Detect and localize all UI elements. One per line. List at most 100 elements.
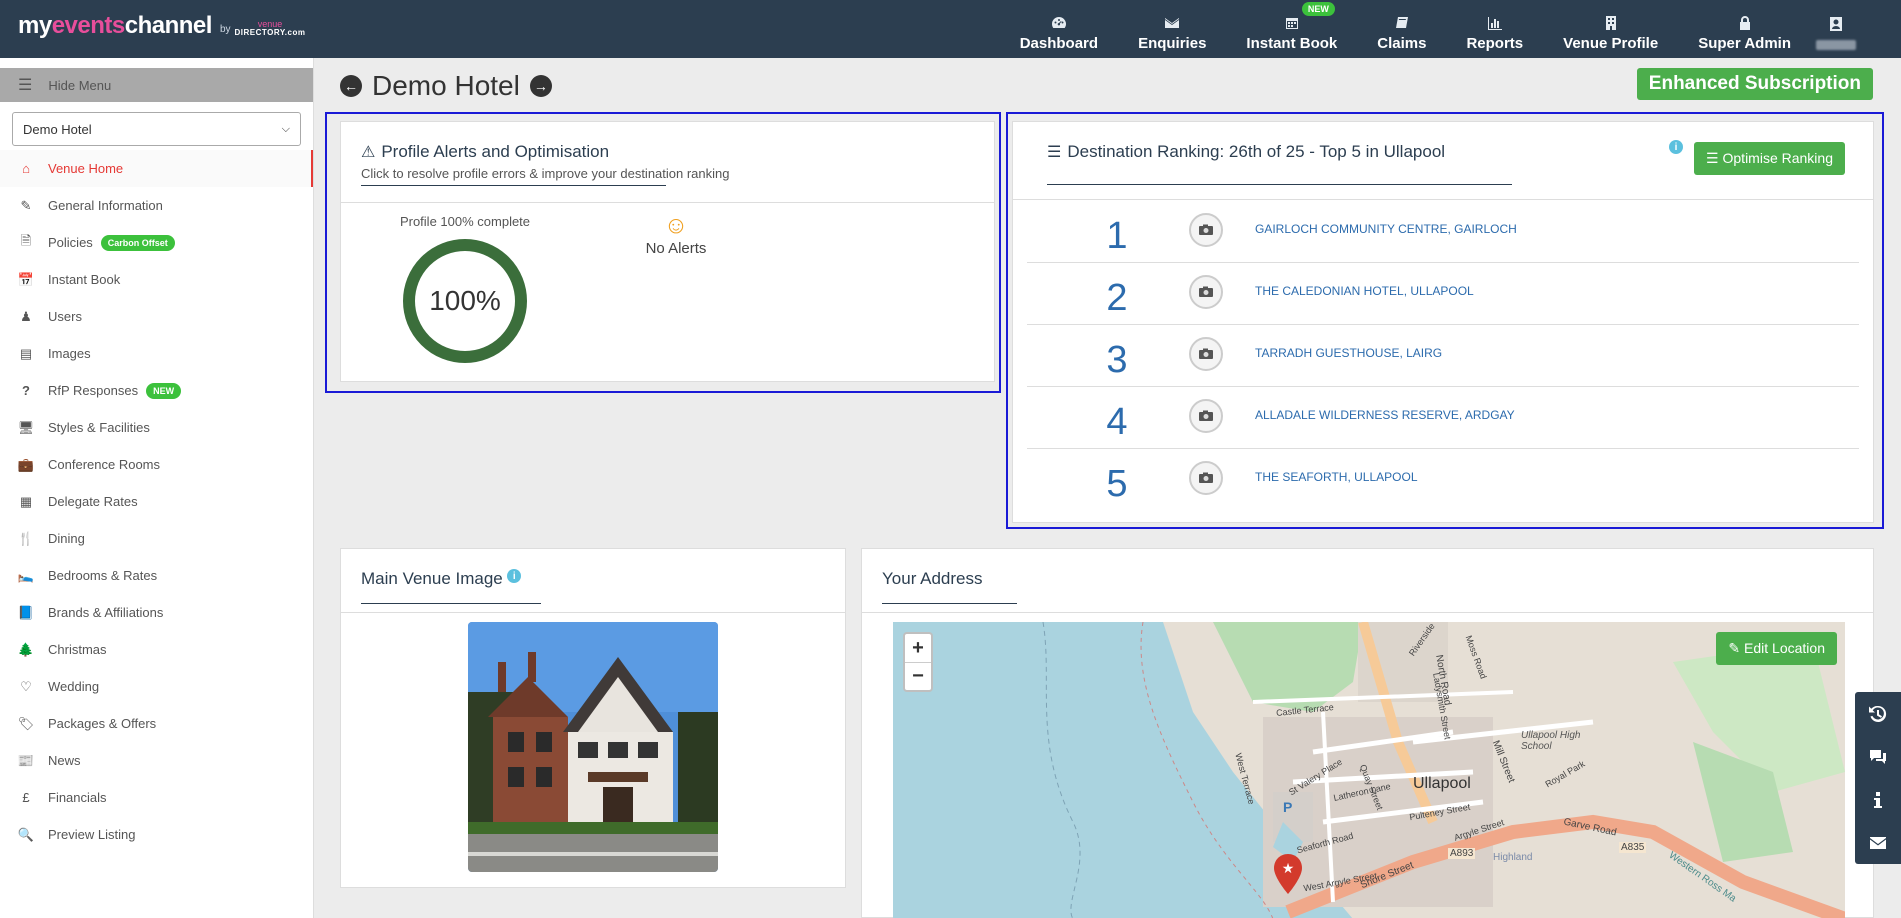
sidebar-item-instant-book[interactable]: 📅 Instant Book xyxy=(0,261,313,298)
map-zoom-control: + − xyxy=(903,632,933,692)
map-label-road-number: A835 xyxy=(1619,842,1647,853)
sidebar-item-general-information[interactable]: ✎ General Information xyxy=(0,187,313,224)
history-button[interactable] xyxy=(1855,692,1901,735)
sidebar-item-delegate-rates[interactable]: ▦ Delegate Rates xyxy=(0,483,313,520)
location-pin-icon: ★ xyxy=(1274,854,1302,894)
sidebar-item-rfp-responses[interactable]: ? RfP Responses NEW xyxy=(0,372,313,409)
sidebar-item-brands-affiliations[interactable]: 📘 Brands & Affiliations xyxy=(0,594,313,631)
no-alerts-label: No Alerts xyxy=(645,240,707,257)
info-icon[interactable]: i xyxy=(507,569,522,583)
sidebar-item-label: RfP Responses xyxy=(48,383,139,398)
optimise-ranking-button[interactable]: ☰ Optimise Ranking xyxy=(1694,142,1845,175)
sidebar-item-news[interactable]: 📰 News xyxy=(0,742,313,779)
camera-icon xyxy=(1189,213,1223,247)
profile-alerts-panel[interactable]: ⚠ Profile Alerts and Optimisation Click … xyxy=(340,121,995,382)
sidebar-item-styles-facilities[interactable]: 🖥 Styles & Facilities xyxy=(0,409,313,446)
sidebar-item-preview-listing[interactable]: 🔍 Preview Listing xyxy=(0,816,313,853)
nav-instant-book[interactable]: NEW Instant Book xyxy=(1226,0,1357,58)
map-label-ullapool: Ullapool xyxy=(1413,775,1471,792)
venue-photo[interactable] xyxy=(468,622,718,872)
ranking-row[interactable]: 1 GAIRLOCH COMMUNITY CENTRE, GAIRLOCH xyxy=(1027,201,1859,263)
progress-donut: 100% xyxy=(403,239,527,363)
sidebar-item-label: Delegate Rates xyxy=(48,494,138,509)
sidebar-item-label: Conference Rooms xyxy=(48,457,160,472)
side-toolbar xyxy=(1855,692,1901,864)
venue-link[interactable]: ALLADALE WILDERNESS RESERVE, ARDGAY xyxy=(1255,408,1515,422)
mail-icon xyxy=(1870,836,1886,849)
venue-link[interactable]: THE SEAFORTH, ULLAPOOL xyxy=(1255,470,1418,484)
venue-select[interactable]: Demo Hotel ⌵ xyxy=(12,112,301,146)
calendar-icon: 📅 xyxy=(17,271,35,287)
edit-icon: ✎ xyxy=(1728,640,1741,656)
zoom-in-button[interactable]: + xyxy=(905,634,931,662)
brand-logo[interactable]: myeventschannel by venue DIRECTORY.com xyxy=(18,12,305,40)
venue-link[interactable]: THE CALEDONIAN HOTEL, ULLAPOOL xyxy=(1255,284,1474,298)
carbon-offset-badge: Carbon Offset xyxy=(100,234,175,251)
chat-button[interactable] xyxy=(1855,735,1901,778)
info-button[interactable] xyxy=(1855,778,1901,821)
home-icon: ⌂ xyxy=(22,161,30,176)
title-underline xyxy=(1047,184,1512,185)
nav-enquiries[interactable]: Enquiries xyxy=(1118,0,1226,58)
edit-icon: ✎ xyxy=(20,197,32,213)
sidebar-item-images[interactable]: ▤ Images xyxy=(0,335,313,372)
rank-number: 1 xyxy=(1106,215,1128,257)
sidebar-item-label: Preview Listing xyxy=(48,827,136,842)
sidebar-item-venue-home[interactable]: ⌂ Venue Home xyxy=(0,150,313,187)
edit-location-button[interactable]: ✎ Edit Location xyxy=(1716,632,1837,665)
sidebar-item-conference-rooms[interactable]: 💼 Conference Rooms xyxy=(0,446,313,483)
mail-button[interactable] xyxy=(1855,821,1901,864)
venue-select-value: Demo Hotel xyxy=(23,121,92,137)
logo-by: by xyxy=(219,24,231,35)
nav-dashboard[interactable]: Dashboard xyxy=(1000,0,1118,58)
new-badge: NEW xyxy=(1301,2,1335,16)
briefcase-icon: 💼 xyxy=(17,456,35,472)
history-icon xyxy=(1869,705,1887,722)
envelope-icon xyxy=(1165,17,1180,28)
nav-venue-profile[interactable]: Venue Profile xyxy=(1543,0,1678,58)
nav-super-admin[interactable]: Super Admin xyxy=(1678,0,1811,58)
location-map[interactable]: ★ Ullapool North Road Mill Street Garve … xyxy=(893,622,1845,918)
bar-chart-icon xyxy=(1487,16,1502,30)
question-icon: ? xyxy=(22,383,30,398)
next-venue-icon[interactable]: → xyxy=(529,75,552,97)
main-image-title: Main Venue Image xyxy=(361,569,503,588)
document-icon: 🗎 xyxy=(20,232,32,248)
logo-directory: venue DIRECTORY.com xyxy=(234,19,306,37)
ranking-row[interactable]: 2 THE CALEDONIAN HOTEL, ULLAPOOL xyxy=(1027,263,1859,325)
sidebar-item-users[interactable]: ♟ Users xyxy=(0,298,313,335)
sidebar-item-wedding[interactable]: ♡ Wedding xyxy=(0,668,313,705)
newspaper-icon: 📰 xyxy=(17,752,35,768)
title-underline xyxy=(361,603,541,604)
venue-link[interactable]: TARRADH GUESTHOUSE, LAIRG xyxy=(1255,346,1442,360)
info-icon[interactable]: i xyxy=(1669,140,1683,154)
ranking-row[interactable]: 4 ALLADALE WILDERNESS RESERVE, ARDGAY xyxy=(1027,387,1859,449)
sidebar-item-label: News xyxy=(48,753,81,768)
subscription-badge[interactable]: Enhanced Subscription xyxy=(1636,68,1873,100)
search-icon: 🔍 xyxy=(17,826,35,842)
sidebar-item-policies[interactable]: 🗎 Policies Carbon Offset xyxy=(0,224,313,261)
hamburger-icon: ☰ xyxy=(18,77,33,94)
zoom-out-button[interactable]: − xyxy=(905,662,931,690)
profile-progress: Profile 100% complete 100% xyxy=(395,214,535,363)
camera-icon xyxy=(1189,461,1223,495)
nav-label: Reports xyxy=(1466,34,1524,52)
venue-link[interactable]: GAIRLOCH COMMUNITY CENTRE, GAIRLOCH xyxy=(1255,222,1517,236)
ranking-row[interactable]: 5 THE SEAFORTH, ULLAPOOL xyxy=(1027,449,1859,511)
sidebar-item-christmas[interactable]: 🌲 Christmas xyxy=(0,631,313,668)
nav-reports[interactable]: Reports xyxy=(1446,0,1543,58)
hide-menu-toggle[interactable]: ☰ Hide Menu xyxy=(0,68,313,102)
nav-label: Venue Profile xyxy=(1563,34,1659,52)
ranking-row[interactable]: 3 TARRADH GUESTHOUSE, LAIRG xyxy=(1027,325,1859,387)
sidebar-item-label: General Information xyxy=(48,198,163,213)
title-underline xyxy=(882,603,1017,604)
nav-user-menu[interactable] xyxy=(1811,0,1861,58)
sidebar-item-bedrooms-rates[interactable]: 🛌 Bedrooms & Rates xyxy=(0,557,313,594)
sidebar-item-label: Policies xyxy=(48,235,93,250)
sidebar-item-financials[interactable]: £ Financials xyxy=(0,779,313,816)
sidebar-item-packages-offers[interactable]: 🏷 Packages & Offers xyxy=(0,705,313,742)
top-navbar: myeventschannel by venue DIRECTORY.com D… xyxy=(0,0,1901,58)
sidebar-item-dining[interactable]: 🍴 Dining xyxy=(0,520,313,557)
previous-venue-icon[interactable]: ← xyxy=(340,75,362,97)
nav-claims[interactable]: Claims xyxy=(1357,0,1446,58)
